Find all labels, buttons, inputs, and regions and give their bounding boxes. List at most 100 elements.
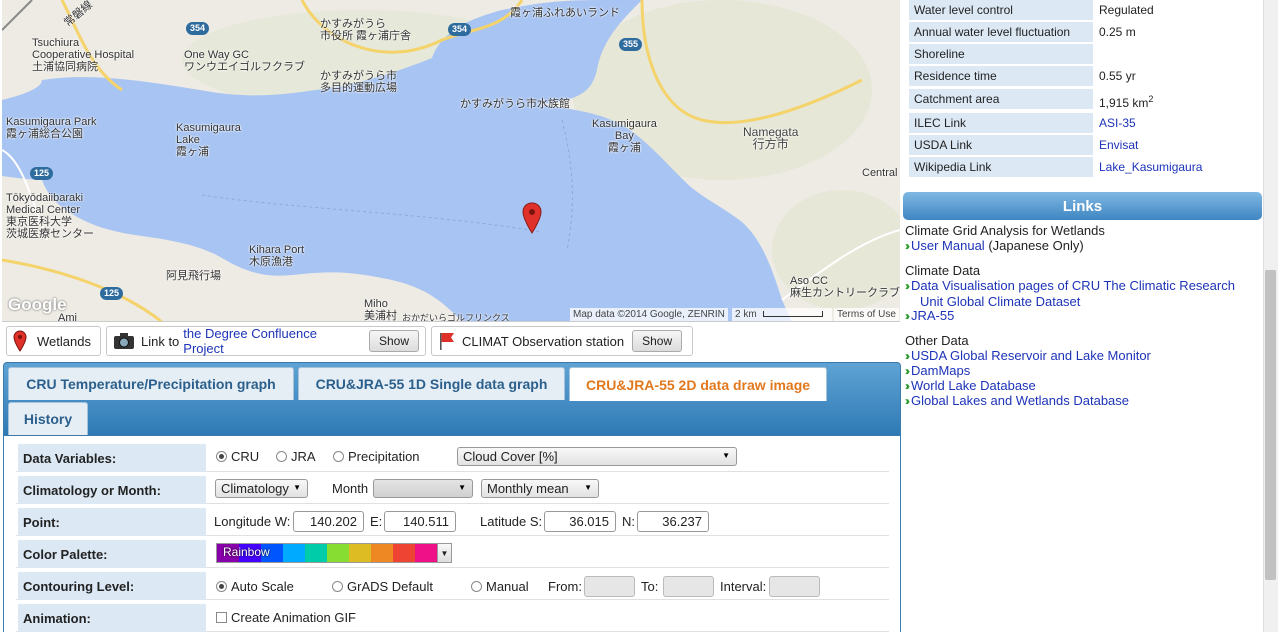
map-view[interactable]: 常磐線 Tsuchiura Cooperative Hospital 土浦協同病… — [2, 0, 900, 322]
radio-auto-scale[interactable]: Auto Scale — [216, 576, 294, 596]
list-item: ›› World Lake Database — [905, 378, 1036, 394]
to-input[interactable] — [663, 576, 714, 597]
radio-manual[interactable]: Manual — [471, 576, 529, 596]
wetlands-control[interactable]: Wetlands — [6, 326, 101, 356]
radio-precipitation-indicator[interactable] — [333, 450, 344, 462]
create-gif-checkbox-box[interactable] — [216, 611, 227, 623]
namegata-label: Namegata 行方市 — [743, 125, 799, 151]
show-climat-button[interactable]: Show — [632, 330, 683, 352]
radio-jra-indicator[interactable] — [276, 450, 287, 462]
info-row: Catchment area 1,915 km2 — [906, 89, 1261, 110]
central-label: Central — [862, 167, 898, 179]
radio-cru-indicator[interactable] — [216, 450, 227, 462]
variable-select[interactable]: Cloud Cover [%] — [457, 447, 737, 466]
map-scale-label: 2 km — [735, 309, 757, 320]
wetlands-label: Wetlands — [37, 333, 91, 349]
longitude-e-label: E: — [370, 513, 383, 529]
red-flag-icon — [440, 333, 454, 350]
latitude-s-input[interactable]: 36.015 — [544, 511, 616, 532]
latitude-n-input[interactable]: 36.237 — [637, 511, 709, 532]
radio-auto-scale-indicator[interactable] — [216, 580, 227, 592]
to-label: To: — [641, 578, 659, 594]
wiki-key: Wikipedia Link — [909, 157, 1093, 177]
map-marker-icon[interactable] — [522, 202, 542, 234]
info-row: ILEC Link ASI-35 — [906, 113, 1261, 133]
interval-label: Interval: — [720, 578, 767, 594]
radio-manual-indicator[interactable] — [471, 580, 482, 592]
ami-airfield-label: 阿見飛行場 — [166, 270, 221, 282]
lake-info-panel: Water level control Regulated Annual wat… — [903, 0, 1263, 632]
radio-jra-label: JRA — [291, 448, 316, 464]
tab-2d-data-draw[interactable]: CRU&JRA-55 2D data draw image — [569, 367, 827, 401]
page-scrollbar-thumb[interactable] — [1265, 270, 1276, 580]
monthly-mean-select[interactable]: Monthly mean — [481, 479, 599, 498]
chevron-down-icon[interactable]: ▼ — [437, 544, 451, 562]
palette-swatch — [283, 544, 305, 562]
longitude-w-input[interactable]: 140.202 — [293, 511, 364, 532]
usda-link[interactable]: Envisat — [1099, 138, 1138, 152]
month-select[interactable] — [373, 479, 473, 498]
interval-input[interactable] — [769, 576, 820, 597]
dammaps-link[interactable]: DamMaps — [911, 363, 970, 378]
route-354-badge: 354 — [448, 23, 472, 36]
route-354-badge: 354 — [186, 22, 210, 35]
radio-grads-default[interactable]: GrADS Default — [332, 576, 433, 596]
list-item: ›› Global Lakes and Wetlands Database — [905, 393, 1129, 409]
data-draw-form: Data Variables: CRU JRA Precipitation Cl… — [3, 436, 901, 632]
radio-precipitation-label: Precipitation — [348, 448, 420, 464]
palette-swatch — [327, 544, 349, 562]
climatology-select[interactable]: Climatology — [215, 479, 308, 498]
show-degree-button[interactable]: Show — [368, 330, 419, 352]
double-chevron-icon: ›› — [905, 309, 910, 323]
create-gif-checkbox[interactable]: Create Animation GIF — [216, 607, 356, 627]
tab-1d-single-data[interactable]: CRU&JRA-55 1D Single data graph — [298, 367, 565, 400]
degree-confluence-link[interactable]: the Degree Confluence Project — [183, 326, 361, 356]
climate-data-title: Climate Data — [905, 263, 981, 278]
usda-monitor-link[interactable]: USDA Global Reservoir and Lake Monitor — [911, 348, 1151, 363]
double-chevron-icon: ›› — [905, 379, 910, 393]
usda-value: Envisat — [1099, 135, 1138, 155]
usda-key: USDA Link — [909, 135, 1093, 155]
radio-precipitation[interactable]: Precipitation — [333, 446, 420, 466]
radio-grads-default-indicator[interactable] — [332, 580, 343, 592]
from-input[interactable] — [584, 576, 635, 597]
double-chevron-icon: ›› — [905, 349, 910, 363]
user-manual-link[interactable]: User Manual — [911, 238, 985, 253]
tokyo-ibaraki-label: Tōkyōdaiibaraki Medical Center 東京医科大学 茨城… — [6, 192, 94, 240]
cru-data-link[interactable]: Data Visualisation pages of CRU The Clim… — [911, 278, 1235, 309]
route-125-badge: 125 — [30, 167, 54, 180]
cgaw-title: Climate Grid Analysis for Wetlands — [905, 223, 1105, 238]
list-item: ›› Data Visualisation pages of CRU The Cl… — [905, 278, 1255, 309]
palette-swatch — [415, 544, 437, 562]
residence-key: Residence time — [909, 66, 1093, 86]
color-palette-select[interactable]: Rainbow ▼ — [216, 543, 452, 563]
wikipedia-link[interactable]: Lake_Kasumigaura — [1099, 160, 1202, 174]
terms-of-use-link[interactable]: Terms of Use — [834, 308, 899, 321]
tab-cru-temp-precip[interactable]: CRU Temperature/Precipitation graph — [8, 367, 294, 400]
radio-jra[interactable]: JRA — [276, 446, 316, 466]
camera-icon — [113, 333, 134, 349]
info-row: Shoreline — [906, 44, 1261, 64]
kasumigaura-park-label: Kasumigaura Park 霞ヶ浦総合公園 — [6, 116, 97, 140]
list-item: ›› USDA Global Reservoir and Lake Monitor — [905, 348, 1151, 364]
list-item: ›› User Manual (Japanese Only) — [905, 238, 1084, 254]
palette-swatch — [349, 544, 371, 562]
world-lake-link[interactable]: World Lake Database — [911, 378, 1036, 393]
palette-swatch — [305, 544, 327, 562]
ilec-value: ASI-35 — [1099, 113, 1136, 133]
fureai-land-label: 霞ヶ浦ふれあいランド — [510, 7, 620, 19]
latitude-n-label: N: — [622, 513, 635, 529]
glwd-link[interactable]: Global Lakes and Wetlands Database — [911, 393, 1129, 408]
catchment-number: 1,915 km — [1099, 96, 1149, 110]
jra55-link[interactable]: JRA-55 — [911, 308, 954, 323]
contouring-label: Contouring Level: — [18, 572, 206, 600]
radio-cru[interactable]: CRU — [216, 446, 259, 466]
point-row: Point: Longitude W: 140.202 E: 140.511 L… — [16, 506, 889, 536]
tab-history[interactable]: History — [8, 402, 88, 435]
longitude-e-input[interactable]: 140.511 — [384, 511, 456, 532]
longitude-w-label: Longitude W: — [214, 513, 291, 529]
links-header: Links — [903, 192, 1262, 220]
aquarium-label: かすみがうら市水族館 — [460, 98, 570, 110]
ilec-link[interactable]: ASI-35 — [1099, 116, 1136, 130]
climatology-label: Climatology or Month: — [18, 476, 206, 504]
